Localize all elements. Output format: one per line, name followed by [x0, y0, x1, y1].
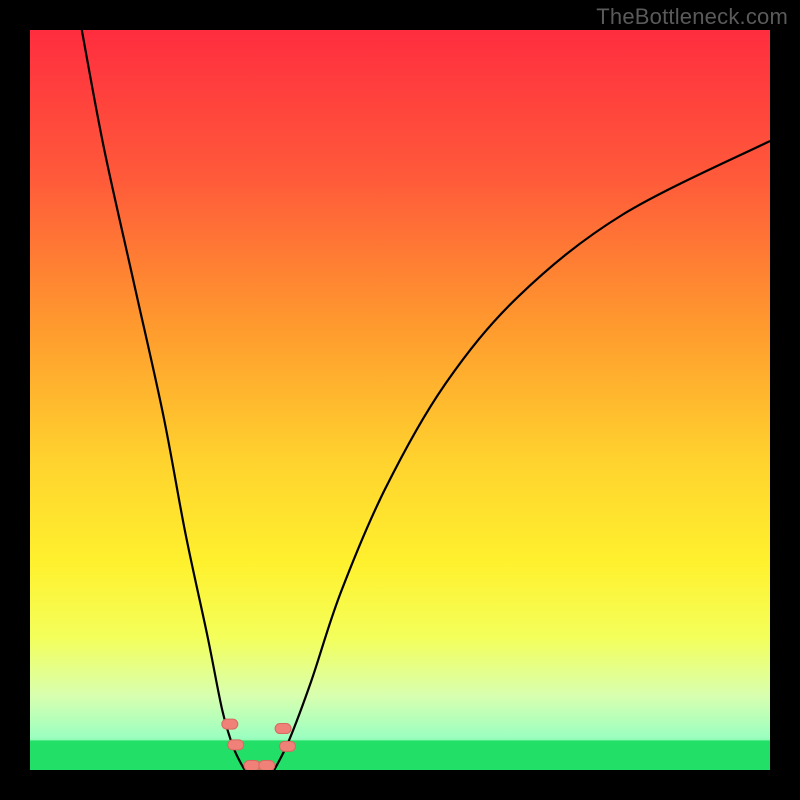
chart-frame: TheBottleneck.com [0, 0, 800, 800]
data-marker [244, 761, 260, 770]
plot-area [30, 30, 770, 770]
data-marker [222, 719, 238, 729]
good-zone-band [30, 740, 770, 770]
data-marker [259, 761, 275, 770]
gradient-background [30, 30, 770, 770]
data-marker [275, 724, 291, 734]
watermark-text: TheBottleneck.com [596, 4, 788, 30]
data-marker [280, 741, 296, 751]
data-marker [228, 740, 244, 750]
